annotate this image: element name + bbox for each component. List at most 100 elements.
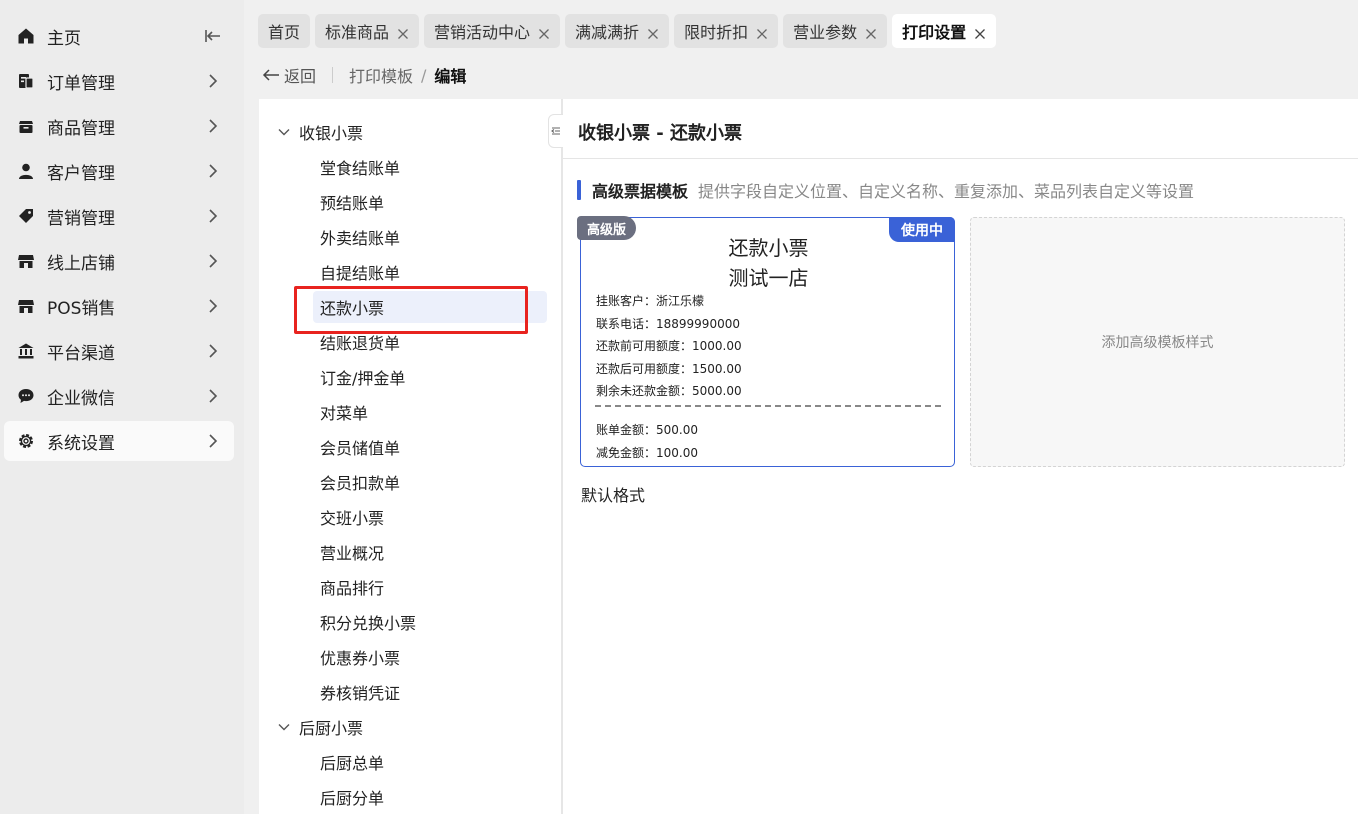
section-header: 高级票据模板 提供字段自定义位置、自定义名称、重复添加、菜品列表自定义等设置 — [577, 179, 1194, 201]
close-icon[interactable] — [756, 25, 768, 39]
default-format-label: 默认格式 — [581, 486, 646, 505]
tab-full-reduction[interactable]: 满减满折 — [565, 14, 670, 48]
close-icon[interactable] — [865, 25, 877, 39]
add-template-card[interactable]: 添加高级模板样式 — [970, 217, 1345, 467]
receipt-line: 减免金额：100.00 — [596, 446, 698, 460]
tree-item[interactable]: 券核销凭证 — [313, 677, 547, 707]
sidebar-item-label: 主页 — [47, 28, 81, 49]
receipt-title: 还款小票 — [728, 236, 809, 260]
sidebar-item-label: 订单管理 — [47, 73, 115, 94]
tree-item-label: 会员扣款单 — [320, 474, 401, 493]
back-button[interactable]: 返回 — [262, 63, 316, 87]
sidebar-item-label: 客户管理 — [47, 163, 115, 184]
arrow-left-icon — [262, 69, 279, 81]
close-icon[interactable] — [647, 25, 659, 39]
tab-home[interactable]: 首页 — [258, 14, 311, 48]
user-icon — [16, 161, 36, 181]
collapse-tree-button[interactable] — [548, 114, 564, 148]
tab-label: 限时折扣 — [684, 23, 749, 42]
close-icon[interactable] — [974, 25, 986, 39]
breadcrumb-parent[interactable]: 打印模板 — [349, 63, 413, 87]
tree-item-label: 商品排行 — [320, 579, 385, 598]
tree-item-label: 后厨总单 — [320, 754, 385, 773]
chevron-right-icon — [204, 252, 222, 270]
chevron-right-icon — [204, 72, 222, 90]
sidebar-item-products[interactable]: 商品管理 — [4, 106, 234, 146]
chevron-right-icon — [204, 207, 222, 225]
tree-item[interactable]: 对菜单 — [313, 397, 547, 427]
divider — [332, 67, 334, 83]
tab-business-params[interactable]: 营业参数 — [783, 14, 888, 48]
tree-group-label: 后厨小票 — [299, 719, 364, 738]
sidebar-item-marketing[interactable]: 营销管理 — [4, 196, 234, 236]
tree-item[interactable]: 会员储值单 — [313, 432, 547, 462]
tree-item-label: 优惠券小票 — [320, 649, 401, 668]
breadcrumb: 返回 打印模板 / 编辑 — [262, 62, 466, 88]
chevron-right-icon — [204, 297, 222, 315]
tree-item[interactable]: 营业概况 — [313, 537, 547, 567]
tree-item[interactable]: 商品排行 — [313, 572, 547, 602]
tab-label: 标准商品 — [325, 23, 390, 42]
tag-icon — [16, 206, 36, 226]
receipt-line: 联系电话：18899990000 — [596, 317, 740, 331]
tree-item-label: 外卖结账单 — [320, 229, 401, 248]
home-icon — [16, 26, 36, 46]
tree-item-label: 积分兑换小票 — [320, 614, 417, 633]
sidebar-item-platform-channels[interactable]: 平台渠道 — [4, 331, 234, 371]
chevron-right-icon — [204, 342, 222, 360]
tree-item[interactable]: 堂食结账单 — [313, 152, 547, 182]
sidebar-item-home[interactable]: 主页 — [4, 16, 234, 56]
sidebar: 主页 订单管理 商品管理 客户管理 营销管理 线上店铺 POS销售 平台渠道 企… — [0, 0, 244, 814]
page-title: 收银小票 - 还款小票 — [578, 123, 743, 144]
receipt-template-card[interactable]: 高级版 使用中 还款小票 测试一店 挂账客户：浙江乐檬 联系电话：1889999… — [577, 216, 955, 467]
tree-item[interactable]: 预结账单 — [313, 187, 547, 217]
tree-item[interactable]: 自提结账单 — [313, 257, 547, 287]
sidebar-item-label: POS销售 — [47, 298, 116, 319]
chevron-down-icon — [278, 129, 290, 136]
tree-item[interactable]: 订金/押金单 — [313, 362, 547, 392]
close-icon[interactable] — [397, 25, 409, 39]
receipt-line: 还款前可用额度：1000.00 — [596, 339, 742, 353]
tab-standard-products[interactable]: 标准商品 — [315, 14, 420, 48]
close-icon[interactable] — [538, 25, 550, 39]
selection-highlight-box — [294, 286, 528, 334]
tree-item[interactable]: 外卖结账单 — [313, 222, 547, 252]
breadcrumb-separator: / — [421, 65, 427, 85]
tree-item[interactable]: 会员扣款单 — [313, 467, 547, 497]
sidebar-item-orders[interactable]: 订单管理 — [4, 61, 234, 101]
tree-item-label: 堂食结账单 — [320, 159, 401, 178]
tree-item[interactable]: 优惠券小票 — [313, 642, 547, 672]
tab-marketing-center[interactable]: 营销活动中心 — [424, 14, 561, 48]
tree-item-label: 会员储值单 — [320, 439, 401, 458]
sidebar-item-pos-sales[interactable]: POS销售 — [4, 286, 234, 326]
tree-item[interactable]: 后厨分单 — [313, 782, 547, 812]
tree-item-label: 自提结账单 — [320, 264, 401, 283]
receipt-line: 剩余未还款金额：5000.00 — [596, 384, 742, 398]
chevron-right-icon — [204, 162, 222, 180]
tree-item[interactable]: 积分兑换小票 — [313, 607, 547, 637]
collapse-sidebar-icon[interactable] — [204, 27, 222, 45]
breadcrumb-current: 编辑 — [434, 67, 467, 86]
dashed-divider — [595, 405, 941, 407]
tab-print-settings[interactable]: 打印设置 — [892, 14, 997, 48]
tab-flash-discount[interactable]: 限时折扣 — [674, 14, 779, 48]
tab-label: 首页 — [268, 23, 301, 42]
tree-group-cashier-receipt[interactable]: 收银小票 — [277, 117, 363, 147]
sidebar-item-label: 营销管理 — [47, 208, 115, 229]
section-title: 高级票据模板 — [592, 182, 689, 201]
tree-item[interactable]: 交班小票 — [313, 502, 547, 532]
main-content: 收银小票 - 还款小票 高级票据模板 提供字段自定义位置、自定义名称、重复添加、… — [563, 99, 1358, 814]
tree-item-label: 券核销凭证 — [320, 684, 401, 703]
sidebar-item-wecom[interactable]: 企业微信 — [4, 376, 234, 416]
receipt-line: 还款后可用额度：1500.00 — [596, 362, 742, 376]
sidebar-item-system-settings[interactable]: 系统设置 — [4, 421, 234, 461]
tree-item[interactable]: 后厨总单 — [313, 747, 547, 777]
add-template-label: 添加高级模板样式 — [1101, 335, 1214, 351]
sidebar-item-online-store[interactable]: 线上店铺 — [4, 241, 234, 281]
tree-group-kitchen-receipt[interactable]: 后厨小票 — [277, 712, 363, 742]
sidebar-item-customers[interactable]: 客户管理 — [4, 151, 234, 191]
template-tree: 收银小票 堂食结账单 预结账单 外卖结账单 自提结账单 还款小票 结账退货单 订… — [259, 99, 561, 814]
bank-icon — [16, 341, 36, 361]
chevron-right-icon — [204, 387, 222, 405]
sidebar-item-label: 线上店铺 — [47, 253, 115, 274]
